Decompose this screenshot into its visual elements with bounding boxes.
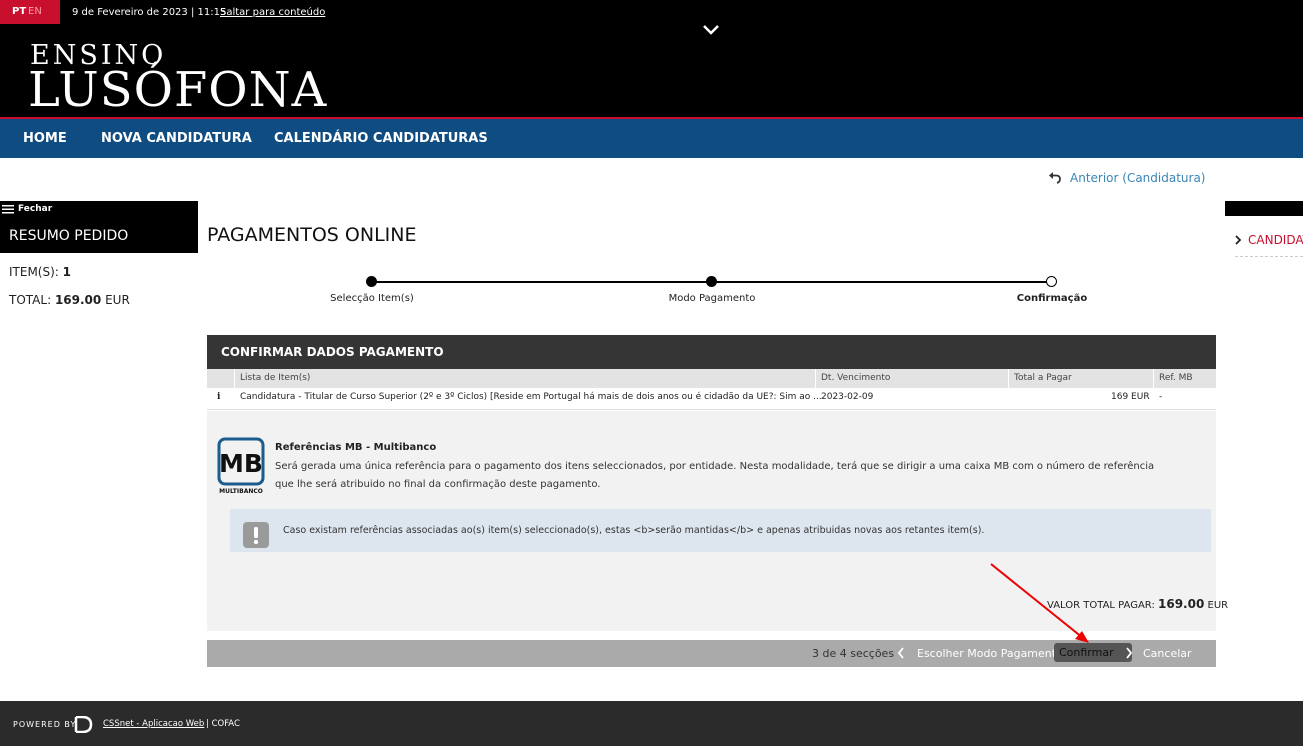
col-header-ref: Ref. MB — [1159, 373, 1193, 383]
total-label: TOTAL: — [9, 293, 52, 307]
info-icon: i — [217, 392, 221, 402]
mb-logo-text: MB — [219, 449, 263, 478]
row-due: 2023-02-09 — [821, 392, 874, 402]
cancel-button[interactable]: Cancelar — [1143, 647, 1192, 660]
items-value: 1 — [62, 265, 72, 279]
top-header: PT EN 9 de Fevereiro de 2023 | 11:15 Sal… — [0, 0, 1303, 119]
footer: POWERED BY CSSnet - Aplicacao Web | COFA… — [0, 701, 1303, 746]
annotation-arrow-icon — [990, 563, 1089, 643]
col-separator — [1008, 369, 1009, 388]
mb-logo-sub: MULTIBANCO — [219, 488, 263, 495]
total-currency: EUR — [105, 293, 130, 307]
notice-text: Caso existam referências associadas ao(s… — [283, 525, 985, 536]
row-item: Candidatura - Titular de Curso Superior … — [240, 392, 822, 402]
close-sidebar-button[interactable]: Fechar — [18, 204, 52, 214]
total-value: 169.00 — [54, 293, 102, 307]
panel-header: CONFIRMAR DADOS PAGAMENTO — [207, 335, 1216, 369]
col-separator — [234, 369, 235, 388]
org-label: | COFAC — [206, 719, 240, 729]
logo-line2[interactable]: LUSÓFONA — [28, 62, 327, 118]
step-dot-1 — [366, 276, 377, 287]
multibanco-logo: MB MULTIBANCO — [217, 437, 265, 495]
menu-icon[interactable] — [2, 205, 14, 214]
row-ref: - — [1159, 392, 1163, 402]
nav-calendario-candidaturas[interactable]: CALENDÁRIO CANDIDATURAS — [274, 131, 488, 146]
current-datetime: 9 de Fevereiro de 2023 | 11:15 — [72, 7, 227, 18]
nav-home[interactable]: HOME — [23, 131, 67, 146]
chevron-right-icon[interactable] — [1125, 647, 1133, 659]
step-dot-2 — [706, 276, 717, 287]
sidebar-title: RESUMO PEDIDO — [9, 228, 129, 244]
confirm-button[interactable]: Confirmar — [1054, 643, 1132, 662]
language-switcher: PT EN — [0, 0, 60, 24]
step-dot-3 — [1046, 276, 1057, 287]
lang-en-link[interactable]: EN — [28, 6, 42, 17]
divider — [1235, 256, 1303, 257]
sidebar-total: TOTAL: 169.00 EUR — [9, 293, 130, 307]
main-nav: HOME NOVA CANDIDATURA CALENDÁRIO CANDIDA… — [0, 119, 1303, 158]
col-header-items: Lista de Item(s) — [240, 373, 311, 383]
step-label-3: Confirmação — [1016, 293, 1088, 304]
sidebar-items-count: ITEM(S): 1 — [9, 265, 71, 279]
undo-arrow-icon — [1049, 172, 1061, 184]
skip-to-content-link[interactable]: Saltar para conteúdo — [220, 7, 325, 18]
right-sidebar-link-label: CANDIDAT — [1248, 233, 1303, 247]
page-title: PAGAMENTOS ONLINE — [207, 224, 417, 246]
lang-pt-link[interactable]: PT — [12, 6, 26, 17]
powered-by-label: POWERED BY — [13, 720, 77, 729]
confirm-label: Confirmar — [1059, 646, 1114, 659]
col-header-total: Total a Pagar — [1014, 373, 1072, 383]
notice-box: Caso existam referências associadas ao(s… — [230, 509, 1211, 552]
previous-step-button[interactable]: Escolher Modo Pagamento — [917, 647, 1063, 660]
vendor-logo — [74, 716, 93, 733]
chevron-down-icon[interactable] — [702, 22, 720, 38]
order-summary-header: Fechar RESUMO PEDIDO — [0, 201, 198, 253]
right-sidebar-header — [1225, 201, 1303, 216]
col-header-due: Dt. Vencimento — [821, 373, 891, 383]
app-link[interactable]: CSSnet - Aplicacao Web — [103, 719, 204, 729]
table-header: Lista de Item(s) Dt. Vencimento Total a … — [207, 369, 1216, 388]
total-to-pay-value: 169.00 — [1158, 597, 1205, 611]
col-separator — [815, 369, 816, 388]
warning-icon — [243, 522, 269, 548]
section-progress: 3 de 4 secções — [812, 647, 895, 660]
step-label-1: Selecção Item(s) — [330, 293, 414, 304]
step-label-2: Modo Pagamento — [668, 293, 756, 304]
nav-nova-candidatura[interactable]: NOVA CANDIDATURA — [101, 131, 252, 146]
table-row: i Candidatura - Titular de Curso Superio… — [207, 388, 1216, 410]
mb-description: Será gerada uma única referência para o … — [275, 461, 1155, 490]
col-separator — [1153, 369, 1154, 388]
progress-stepper: Selecção Item(s) Modo Pagamento Confirma… — [207, 270, 1216, 310]
chevron-left-icon[interactable] — [897, 647, 905, 659]
back-link-label: Anterior (Candidatura) — [1070, 171, 1206, 185]
chevron-right-icon — [1235, 235, 1242, 245]
row-total: 169 EUR — [1111, 392, 1150, 402]
items-label: ITEM(S): — [9, 265, 59, 279]
mb-title: Referências MB - Multibanco — [275, 442, 437, 453]
total-to-pay-currency: EUR — [1207, 600, 1229, 611]
panel-title: CONFIRMAR DADOS PAGAMENTO — [221, 345, 444, 359]
